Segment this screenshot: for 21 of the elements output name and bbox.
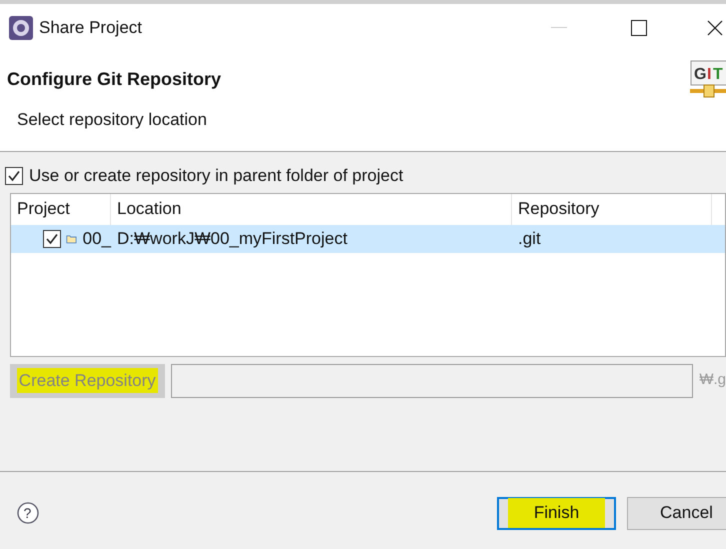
logo-letter: I: [707, 66, 712, 83]
window-title: Share Project: [39, 17, 142, 40]
page-title: Configure Git Repository: [7, 68, 222, 91]
table-row[interactable]: 00_ D:₩workJ₩00_myFirstProject .git: [11, 224, 725, 252]
option-label: Use or create repository in parent folder of project: [29, 165, 404, 187]
checkbox[interactable]: [5, 166, 23, 185]
page-subtitle: Select repository location: [17, 109, 208, 131]
checkbox[interactable]: [43, 230, 61, 248]
table-cell-text: 00_: [82, 228, 111, 250]
maximize-icon[interactable]: [631, 20, 647, 36]
folder-icon: [66, 232, 78, 244]
logo-letter: G: [694, 66, 706, 83]
dialog-button[interactable]: Cancel: [627, 496, 726, 530]
dialog-button[interactable]: Finish: [497, 496, 616, 530]
logo-letter: T: [713, 66, 723, 83]
help-icon[interactable]: ?: [17, 502, 39, 524]
path-suffix: ₩.g: [699, 370, 726, 390]
table-cell-text: .git: [517, 228, 542, 250]
path-field[interactable]: [170, 364, 694, 398]
table-cell-text: D:₩workJ₩00_myFirstProject: [116, 228, 348, 250]
close-icon[interactable]: [707, 20, 723, 36]
